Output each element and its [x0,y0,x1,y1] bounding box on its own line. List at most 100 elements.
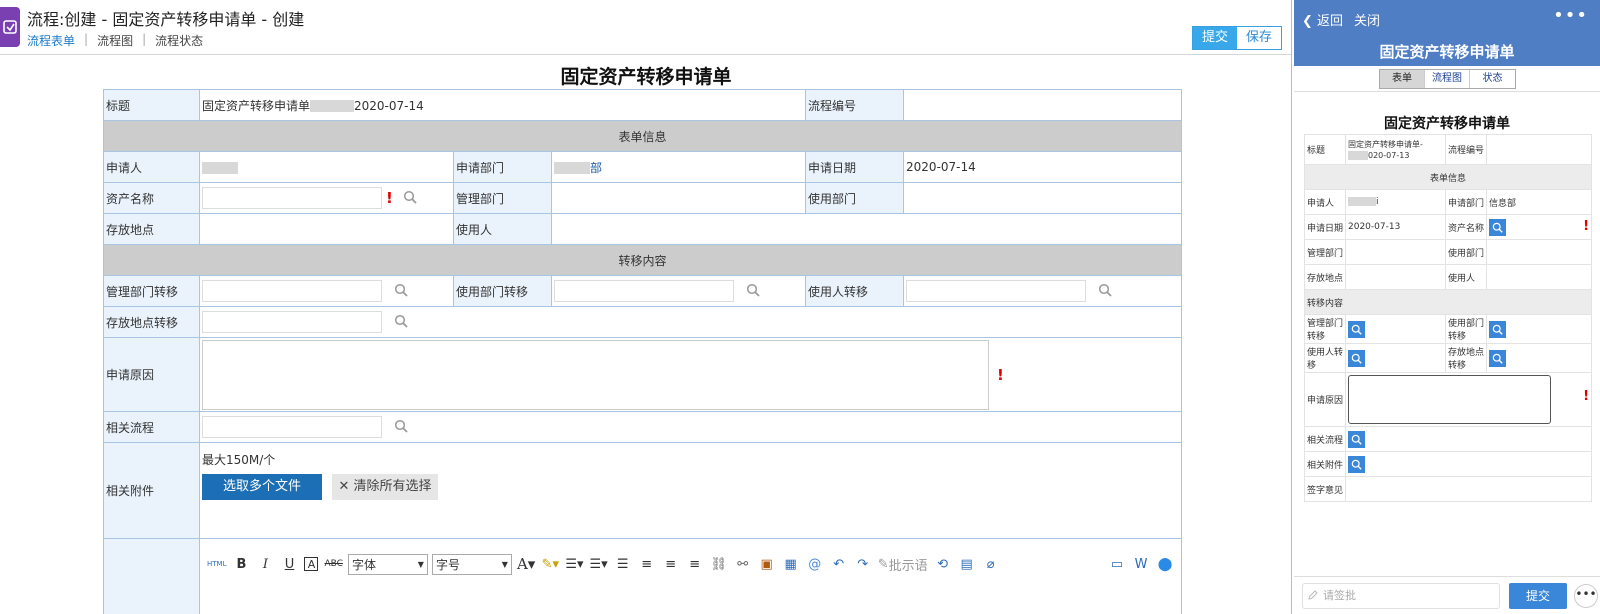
m-applicant-label: 申请人 [1304,189,1346,215]
search-icon[interactable] [394,314,408,331]
document-icon[interactable]: ▤ [958,554,976,574]
search-icon[interactable] [1098,283,1112,300]
ordered-list-icon[interactable]: ☰▾ [565,554,583,574]
m-title-label: 标题 [1304,134,1346,165]
flow-no-value [903,89,1183,121]
location-transfer-label: 存放地点转移 [103,306,200,338]
use-dept-transfer-input[interactable] [554,280,734,302]
location-pin-icon[interactable]: ⬤ [1156,554,1174,574]
m-asset-name-label: 资产名称 [1445,214,1487,240]
at-mention-icon[interactable]: @ [806,554,824,574]
more-icon[interactable]: ••• [1553,5,1588,26]
search-icon[interactable] [1348,320,1365,338]
comment-phrase-button[interactable]: ✎ 批示语 [878,554,928,574]
related-flow-label: 相关流程 [103,411,200,443]
more-options-icon[interactable]: ••• [1574,584,1598,608]
back-button[interactable]: ❮ 返回 [1302,10,1343,29]
image-icon[interactable]: ▣ [758,554,776,574]
submit-button[interactable]: 提交 [1193,27,1237,49]
comment-input[interactable]: 请签批 [1302,583,1500,609]
related-flow-cell [198,411,1183,443]
search-icon[interactable] [1489,349,1506,367]
title-value: 固定资产转移申请单 2020-07-14 [198,89,807,121]
m-applicant-value: i [1345,189,1446,215]
use-dept-label: 使用部门 [805,182,905,214]
divider [1294,91,1600,92]
unlink-icon[interactable]: ⚯ [734,554,752,574]
underline-icon[interactable]: U [280,554,298,574]
form-row-attachment: 相关附件 最大150M/个 选取多个文件 ✕ 清除所有选择 [103,442,1183,539]
tab-flow-form[interactable]: 流程表单 [27,32,75,49]
m-user-label: 使用人 [1445,264,1487,290]
search-icon[interactable] [1348,455,1365,473]
unordered-list-icon[interactable]: ☰▾ [590,554,608,574]
font-family-select[interactable]: 字体 ▼ [347,553,428,575]
tab-separator: | [84,32,89,46]
manage-dept-transfer-input[interactable] [202,280,382,302]
highlight-color-icon[interactable]: ✎▾ [541,554,559,574]
tab-status[interactable]: 状态 [1470,70,1515,88]
search-icon[interactable] [403,190,417,207]
tab-flow-chart[interactable]: 流程图 [97,32,133,49]
table-icon[interactable]: ▦ [782,554,800,574]
location-transfer-input[interactable] [202,311,382,333]
required-mark: ! [1583,389,1589,404]
close-icon: ✕ [338,479,350,494]
mobile-submit-button[interactable]: 提交 [1509,583,1567,609]
link-icon[interactable]: ⛓ [710,554,728,574]
m-reason-textarea[interactable] [1348,375,1551,424]
indent-icon[interactable]: ☰ [614,554,632,574]
strikethrough-icon[interactable]: ABC [324,554,342,574]
reason-cell: ! [198,337,1183,412]
top-bar: 流程:创建 - 固定资产转移申请单 - 创建 流程表单 | 流程图 | 流程状态… [0,0,1291,55]
tab-flow-chart[interactable]: 流程图 [1425,70,1470,88]
m-apply-date-value: 2020-07-13 [1345,214,1446,240]
tab-flow-status[interactable]: 流程状态 [155,32,203,49]
form-row: 管理部门转移 使用部门转移 使用人转移 [103,275,1183,307]
undo-icon[interactable]: ↶ [830,554,848,574]
align-center-icon[interactable]: ≡ [662,554,680,574]
m-manage-dept-value [1345,239,1446,265]
redo-icon[interactable]: ↷ [854,554,872,574]
word-icon[interactable]: W [1132,554,1150,574]
select-files-button[interactable]: 选取多个文件 [202,474,322,500]
pencil-icon [1308,590,1318,600]
font-color-icon[interactable]: A▾ [517,554,535,574]
search-icon[interactable] [394,283,408,300]
attachment-icon[interactable]: ⌀ [982,554,1000,574]
user-transfer-input[interactable] [906,280,1087,302]
search-icon[interactable] [394,419,408,436]
search-icon[interactable] [1348,349,1365,367]
reason-textarea[interactable] [202,339,989,410]
font-border-icon[interactable]: A [304,557,319,571]
close-button[interactable]: 关闭 [1354,10,1380,29]
flow-link-icon[interactable]: ⟲ [934,554,952,574]
m-location-value [1345,264,1446,290]
search-icon[interactable] [1348,430,1365,448]
bold-icon[interactable]: B [232,554,250,574]
search-icon[interactable] [1489,218,1506,236]
monitor-icon[interactable]: ▭ [1108,554,1126,574]
search-icon[interactable] [746,283,760,300]
location-label: 存放地点 [103,213,200,245]
align-left-icon[interactable]: ≡ [638,554,656,574]
asset-name-input[interactable] [202,187,382,209]
html-source-icon[interactable]: HTML [207,554,226,574]
align-right-icon[interactable]: ≡ [686,554,704,574]
mobile-row: 标题 固定资产转移申请单- 020-07-13 流程编号 [1304,134,1592,165]
font-size-select[interactable]: 字号 ▼ [431,553,512,575]
attachment-label: 相关附件 [103,442,200,539]
m-location-transfer-cell [1486,343,1592,373]
italic-icon[interactable]: I [256,554,274,574]
form-row: 存放地点 使用人 [103,213,1183,245]
m-related-flow-label: 相关流程 [1304,426,1346,452]
location-value [199,213,454,245]
m-user-value [1486,264,1592,290]
save-button[interactable]: 保存 [1237,27,1281,49]
application-form-table: 标题 固定资产转移申请单 2020-07-14 流程编号 表单信息 申请人 申请部… [102,89,1183,614]
tab-form[interactable]: 表单 [1380,70,1425,88]
search-icon[interactable] [1489,320,1506,338]
related-flow-input[interactable] [202,416,382,438]
clear-selection-button[interactable]: ✕ 清除所有选择 [332,474,438,500]
m-attachment-cell [1345,451,1592,477]
